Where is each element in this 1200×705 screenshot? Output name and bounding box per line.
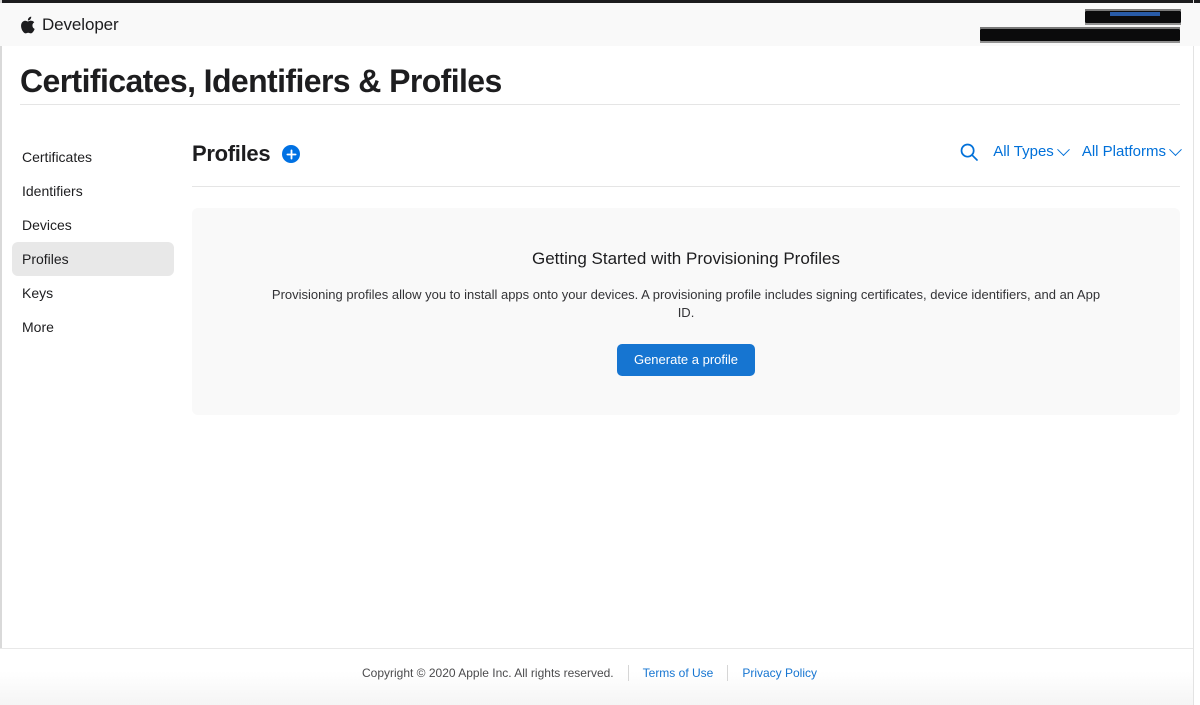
page-title: Certificates, Identifiers & Profiles — [20, 63, 502, 99]
filter-all-platforms-label: All Platforms — [1081, 143, 1166, 160]
sidebar-item-devices[interactable]: Devices — [12, 208, 174, 242]
chevron-down-icon — [1056, 142, 1070, 156]
filter-all-platforms[interactable]: All Platforms — [1081, 142, 1182, 162]
apple-logo-icon — [20, 16, 35, 34]
card-title: Getting Started with Provisioning Profil… — [531, 249, 841, 268]
page-footer: Copyright © 2020 Apple Inc. All rights r… — [0, 649, 1193, 705]
footer-copyright: Copyright © 2020 Apple Inc. All rights r… — [361, 666, 614, 680]
browser-left-edge — [0, 0, 2, 705]
main-header-divider — [192, 186, 1180, 187]
sidebar-item-profiles[interactable]: Profiles — [12, 242, 174, 276]
footer-link-privacy-policy[interactable]: Privacy Policy — [727, 665, 831, 681]
footer-link-terms-of-use[interactable]: Terms of Use — [627, 665, 728, 681]
sidebar-item-certificates[interactable]: Certificates — [12, 140, 174, 174]
filter-all-types[interactable]: All Types — [993, 142, 1070, 162]
filter-controls: All Types All Platforms — [959, 142, 1182, 162]
chevron-down-icon — [1169, 142, 1182, 156]
plus-circle-icon[interactable] — [282, 145, 300, 163]
global-nav-bar: Developer — [0, 3, 1200, 46]
main-header: Profiles All Types All Platforms — [192, 138, 1182, 187]
browser-right-edge — [1193, 0, 1194, 705]
filter-all-types-label: All Types — [993, 143, 1054, 160]
page-title-section: Certificates, Identifiers & Profiles — [0, 46, 1200, 105]
page-title-divider — [20, 104, 1180, 105]
sidebar-item-identifiers[interactable]: Identifiers — [12, 174, 174, 208]
search-icon[interactable] — [959, 142, 979, 162]
brand-name-label: Developer — [42, 15, 119, 34]
sidebar-nav: Certificates Identifiers Devices Profile… — [0, 140, 192, 344]
main-content: Profiles All Types All Platforms Getting… — [192, 138, 1182, 415]
redacted-account-team — [980, 27, 1180, 43]
section-title: Profiles — [192, 141, 271, 166]
sidebar-item-more[interactable]: More — [12, 310, 174, 344]
card-description: Provisioning profiles allow you to insta… — [271, 287, 1101, 320]
apple-developer-brand-link[interactable]: Developer — [20, 15, 119, 34]
sidebar-item-keys[interactable]: Keys — [12, 276, 174, 310]
page-root: Developer Certificates, Identifiers & Pr… — [0, 0, 1200, 705]
redacted-account-name-highlight — [1110, 12, 1160, 16]
generate-a-profile-button[interactable]: Generate a profile — [616, 344, 756, 376]
getting-started-card: Getting Started with Provisioning Profil… — [192, 208, 1180, 415]
